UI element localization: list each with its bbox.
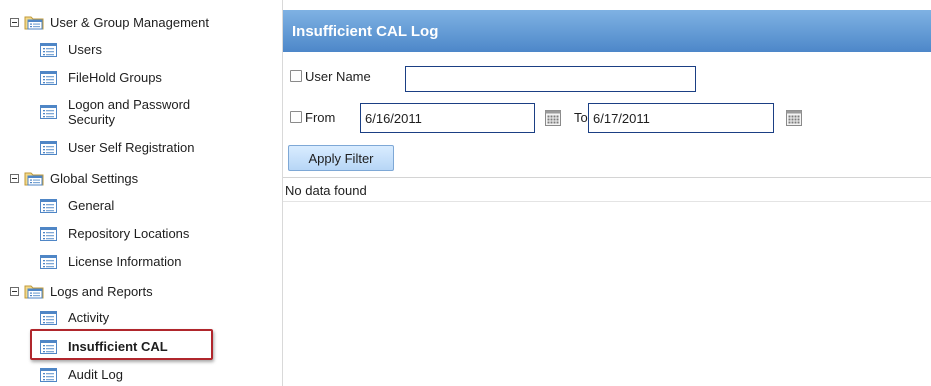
to-date-input[interactable] (588, 103, 774, 133)
tree-group-global-settings[interactable]: Global Settings (10, 168, 138, 188)
calendar-icon[interactable] (545, 110, 561, 126)
date-range-checkbox[interactable] (290, 111, 302, 123)
sidebar-item-logon-password-security[interactable]: Logon and Password Security (40, 97, 238, 127)
sidebar-item-license-information[interactable]: License Information (40, 254, 181, 269)
folder-list-icon (24, 171, 44, 186)
admin-sidebar-tree: User & Group Management Users FileHold G… (0, 0, 283, 386)
sidebar-item-general[interactable]: General (40, 198, 114, 213)
sidebar-item-label: License Information (68, 254, 182, 269)
list-document-icon (40, 43, 57, 57)
sidebar-item-label: Activity (68, 310, 110, 325)
empty-results-message: No data found (285, 183, 367, 198)
tree-group-user-group-management[interactable]: User & Group Management (10, 12, 209, 32)
panel-title-bar: Insufficient CAL Log (283, 10, 931, 52)
sidebar-item-audit-log[interactable]: Audit Log (40, 367, 123, 382)
apply-filter-button[interactable]: Apply Filter (288, 145, 394, 171)
list-document-icon (40, 105, 57, 119)
group-label: User & Group Management (50, 14, 209, 30)
from-label: From (305, 110, 336, 125)
sidebar-item-label: Audit Log (68, 367, 123, 382)
calendar-icon[interactable] (786, 110, 802, 126)
sidebar-item-label: Logon and Password Security (68, 97, 191, 127)
user-name-label: User Name (305, 69, 371, 84)
sidebar-item-user-self-registration[interactable]: User Self Registration (40, 140, 194, 155)
folder-list-icon (24, 15, 44, 30)
list-document-icon (40, 227, 57, 241)
collapse-minus-icon[interactable] (10, 173, 19, 183)
list-document-icon (40, 368, 57, 382)
collapse-minus-icon[interactable] (10, 286, 19, 296)
results-divider (283, 201, 931, 202)
sidebar-item-filehold-groups[interactable]: FileHold Groups (40, 70, 162, 85)
page-title: Insufficient CAL Log (292, 22, 439, 40)
sidebar-item-activity[interactable]: Activity (40, 310, 109, 325)
list-document-icon (40, 71, 57, 85)
group-label: Global Settings (50, 170, 139, 186)
sidebar-item-label: User Self Registration (68, 140, 195, 155)
folder-list-icon (24, 284, 44, 299)
from-date-input[interactable] (360, 103, 535, 133)
collapse-minus-icon[interactable] (10, 17, 19, 27)
sidebar-item-repository-locations[interactable]: Repository Locations (40, 226, 189, 241)
sidebar-item-users[interactable]: Users (40, 42, 102, 57)
tree-group-logs-and-reports[interactable]: Logs and Reports (10, 281, 153, 301)
sidebar-item-label: Users (68, 42, 102, 57)
list-document-icon (40, 141, 57, 155)
to-label: To (574, 110, 588, 125)
user-name-checkbox[interactable] (290, 70, 302, 82)
sidebar-item-label: FileHold Groups (68, 70, 162, 85)
sidebar-item-label: General (68, 198, 115, 213)
list-document-icon (40, 255, 57, 269)
list-document-icon (40, 311, 57, 325)
sidebar-item-label: Repository Locations (68, 226, 190, 241)
results-divider (283, 177, 931, 178)
group-label: Logs and Reports (50, 283, 153, 299)
user-name-input[interactable] (405, 66, 696, 92)
list-document-icon (40, 199, 57, 213)
selected-item-highlight (30, 329, 213, 360)
main-panel: Insufficient CAL Log User Name From To A… (283, 0, 931, 386)
